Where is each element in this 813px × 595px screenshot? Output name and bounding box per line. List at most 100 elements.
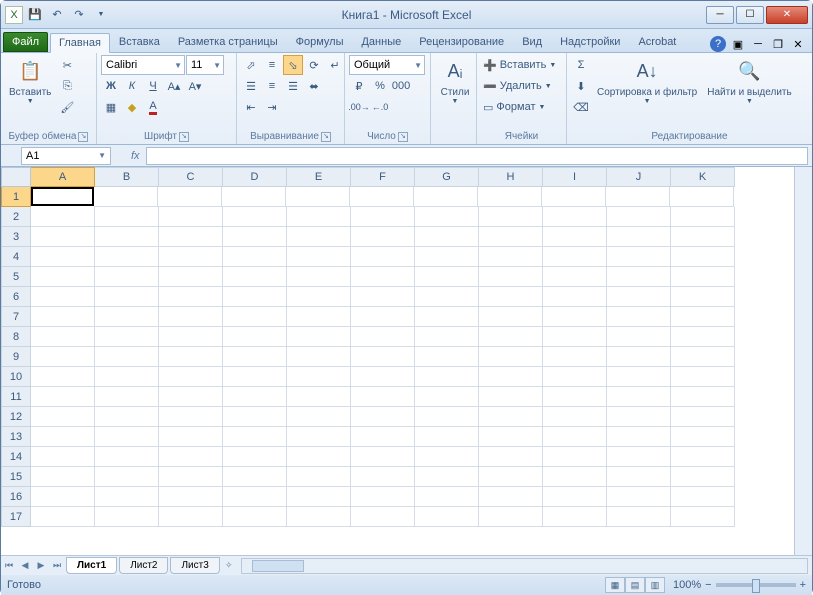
fx-icon[interactable]: fx bbox=[131, 150, 140, 162]
cells-area[interactable] bbox=[31, 187, 794, 527]
borders-icon[interactable]: ▦ bbox=[101, 97, 121, 117]
cell-A11[interactable] bbox=[31, 387, 95, 407]
row-header-11[interactable]: 11 bbox=[1, 387, 31, 407]
cell-B5[interactable] bbox=[95, 267, 159, 287]
font-name-combo[interactable]: Calibri▼ bbox=[101, 55, 185, 75]
column-header-I[interactable]: I bbox=[543, 167, 607, 187]
cell-A4[interactable] bbox=[31, 247, 95, 267]
cell-J17[interactable] bbox=[607, 507, 671, 527]
cell-C1[interactable] bbox=[158, 187, 222, 207]
cell-D15[interactable] bbox=[223, 467, 287, 487]
column-header-E[interactable]: E bbox=[287, 167, 351, 187]
cell-E7[interactable] bbox=[287, 307, 351, 327]
cell-B8[interactable] bbox=[95, 327, 159, 347]
delete-cells-button[interactable]: ➖Удалить▼ bbox=[481, 76, 562, 96]
cell-C10[interactable] bbox=[159, 367, 223, 387]
cell-B1[interactable] bbox=[94, 187, 158, 207]
cell-G7[interactable] bbox=[415, 307, 479, 327]
cell-I14[interactable] bbox=[543, 447, 607, 467]
cell-D4[interactable] bbox=[223, 247, 287, 267]
cell-D14[interactable] bbox=[223, 447, 287, 467]
cell-D13[interactable] bbox=[223, 427, 287, 447]
cell-H10[interactable] bbox=[479, 367, 543, 387]
cell-G1[interactable] bbox=[414, 187, 478, 207]
cell-B9[interactable] bbox=[95, 347, 159, 367]
row-header-13[interactable]: 13 bbox=[1, 427, 31, 447]
cell-A7[interactable] bbox=[31, 307, 95, 327]
cell-D7[interactable] bbox=[223, 307, 287, 327]
orientation-icon[interactable]: ⟳ bbox=[304, 55, 324, 75]
cell-E10[interactable] bbox=[287, 367, 351, 387]
cell-B10[interactable] bbox=[95, 367, 159, 387]
cell-B13[interactable] bbox=[95, 427, 159, 447]
cell-C15[interactable] bbox=[159, 467, 223, 487]
cell-J5[interactable] bbox=[607, 267, 671, 287]
cell-I8[interactable] bbox=[543, 327, 607, 347]
sheet-nav-next-icon[interactable]: ▶ bbox=[33, 558, 49, 574]
cell-J13[interactable] bbox=[607, 427, 671, 447]
merge-cells-icon[interactable]: ⬌ bbox=[304, 76, 324, 96]
cell-A5[interactable] bbox=[31, 267, 95, 287]
cell-E5[interactable] bbox=[287, 267, 351, 287]
cell-C4[interactable] bbox=[159, 247, 223, 267]
save-icon[interactable]: 💾 bbox=[25, 5, 45, 25]
cell-K5[interactable] bbox=[671, 267, 735, 287]
cell-B7[interactable] bbox=[95, 307, 159, 327]
cell-J8[interactable] bbox=[607, 327, 671, 347]
cell-H8[interactable] bbox=[479, 327, 543, 347]
cell-A2[interactable] bbox=[31, 207, 95, 227]
shrink-font-icon[interactable]: A▾ bbox=[185, 76, 205, 96]
cell-E2[interactable] bbox=[287, 207, 351, 227]
cell-H14[interactable] bbox=[479, 447, 543, 467]
cell-B16[interactable] bbox=[95, 487, 159, 507]
view-normal-icon[interactable]: ▦ bbox=[605, 577, 625, 593]
sort-filter-button[interactable]: A↓ Сортировка и фильтр ▼ bbox=[593, 55, 701, 107]
cut-icon[interactable]: ✂ bbox=[57, 55, 77, 75]
column-header-D[interactable]: D bbox=[223, 167, 287, 187]
formula-input[interactable] bbox=[146, 147, 808, 165]
cell-A3[interactable] bbox=[31, 227, 95, 247]
cell-A1[interactable] bbox=[31, 187, 94, 206]
cell-H4[interactable] bbox=[479, 247, 543, 267]
alignment-dialog-launcher[interactable]: ↘ bbox=[321, 132, 331, 142]
cell-J3[interactable] bbox=[607, 227, 671, 247]
cell-E12[interactable] bbox=[287, 407, 351, 427]
cell-D1[interactable] bbox=[222, 187, 286, 207]
cell-A16[interactable] bbox=[31, 487, 95, 507]
minimize-ribbon-icon[interactable]: ▣ bbox=[730, 36, 746, 52]
cell-G12[interactable] bbox=[415, 407, 479, 427]
cell-K8[interactable] bbox=[671, 327, 735, 347]
cell-C8[interactable] bbox=[159, 327, 223, 347]
name-box[interactable]: A1▼ bbox=[21, 147, 111, 165]
cell-K12[interactable] bbox=[671, 407, 735, 427]
align-top-icon[interactable]: ⬀ bbox=[241, 55, 261, 75]
cell-G3[interactable] bbox=[415, 227, 479, 247]
cell-A12[interactable] bbox=[31, 407, 95, 427]
cell-C17[interactable] bbox=[159, 507, 223, 527]
cell-A9[interactable] bbox=[31, 347, 95, 367]
column-header-J[interactable]: J bbox=[607, 167, 671, 187]
cell-H17[interactable] bbox=[479, 507, 543, 527]
cell-F10[interactable] bbox=[351, 367, 415, 387]
column-header-K[interactable]: K bbox=[671, 167, 735, 187]
cell-D17[interactable] bbox=[223, 507, 287, 527]
number-dialog-launcher[interactable]: ↘ bbox=[398, 132, 408, 142]
italic-button[interactable]: К bbox=[122, 76, 142, 96]
cell-C6[interactable] bbox=[159, 287, 223, 307]
comma-icon[interactable]: 000 bbox=[391, 76, 411, 96]
cell-B12[interactable] bbox=[95, 407, 159, 427]
grow-font-icon[interactable]: A▴ bbox=[164, 76, 184, 96]
cell-J10[interactable] bbox=[607, 367, 671, 387]
align-middle-icon[interactable]: ≡ bbox=[262, 55, 282, 75]
cell-K4[interactable] bbox=[671, 247, 735, 267]
cell-E11[interactable] bbox=[287, 387, 351, 407]
sheet-nav-prev-icon[interactable]: ◀ bbox=[17, 558, 33, 574]
cell-J7[interactable] bbox=[607, 307, 671, 327]
cell-H11[interactable] bbox=[479, 387, 543, 407]
column-header-F[interactable]: F bbox=[351, 167, 415, 187]
cell-F8[interactable] bbox=[351, 327, 415, 347]
cell-F4[interactable] bbox=[351, 247, 415, 267]
cell-H7[interactable] bbox=[479, 307, 543, 327]
row-header-5[interactable]: 5 bbox=[1, 267, 31, 287]
cell-D16[interactable] bbox=[223, 487, 287, 507]
